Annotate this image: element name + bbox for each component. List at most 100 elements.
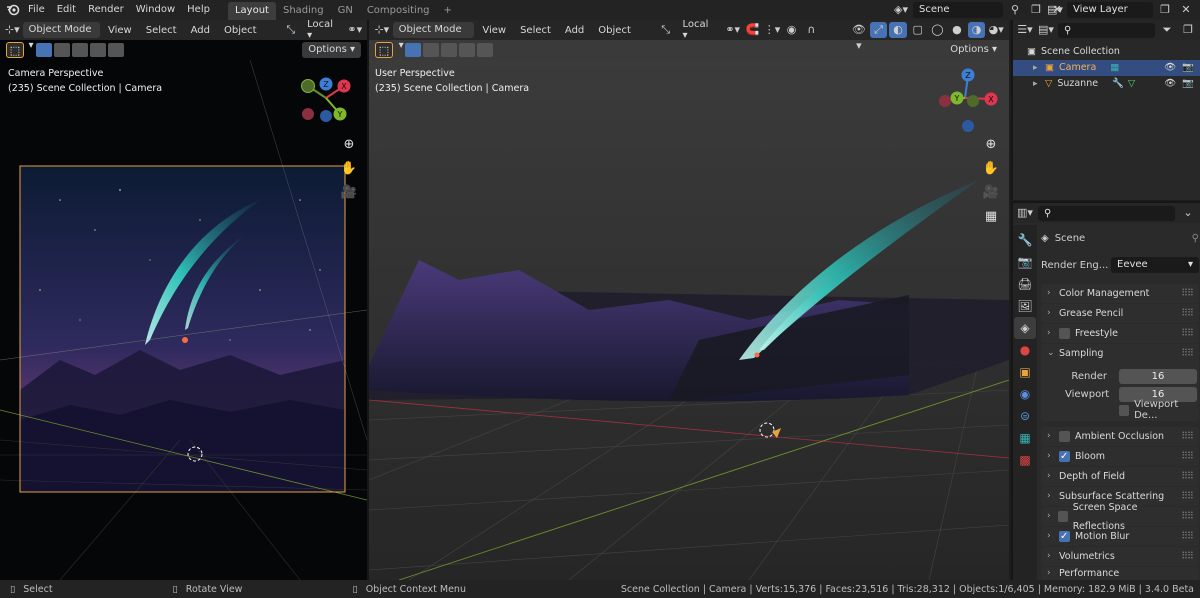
orthographic-grid-icon[interactable]: ▦	[980, 206, 1002, 228]
camera-view-icon[interactable]: 🎥	[338, 182, 360, 204]
properties-pin-icon[interactable]: ⚲	[1192, 233, 1199, 244]
select-tool-icon[interactable]: ⬚	[6, 42, 24, 58]
editor-type-icon[interactable]: ⊹▾	[373, 22, 391, 38]
pan-hand-icon[interactable]: ✋	[980, 158, 1002, 180]
scene-icon[interactable]: ◈▾	[892, 2, 910, 18]
expand-arrow-icon[interactable]: ▸	[1033, 60, 1045, 76]
pan-hand-icon[interactable]: ✋	[338, 158, 360, 180]
select-mode-invert-icon[interactable]	[459, 43, 475, 57]
tab-compositing[interactable]: Compositing	[360, 2, 437, 20]
delete-view-layer-icon[interactable]: ✕	[1177, 2, 1195, 18]
object-data-tab-icon[interactable]: ▦	[1014, 427, 1036, 449]
shading-material-icon[interactable]: ◑	[967, 22, 986, 38]
hide-viewport-icon[interactable]: 👁	[1164, 60, 1176, 76]
render-tab-icon[interactable]: 📷	[1014, 251, 1036, 273]
select-tool-icon[interactable]: ⬚	[375, 42, 393, 58]
select-mode-intersect-icon[interactable]	[108, 43, 124, 57]
right-navigation-gizmo[interactable]: Z Y X	[935, 66, 1001, 136]
menu-edit[interactable]: Edit	[51, 0, 82, 20]
viewport-denoise-checkbox[interactable]	[1119, 404, 1130, 416]
select-mode-intersect-icon[interactable]	[477, 43, 493, 57]
scene-tab-icon[interactable]: ◈	[1014, 317, 1036, 339]
right-viewport[interactable]: ⊹▾ Object Mode ▾ View Select Add Object …	[369, 19, 1009, 580]
drag-handle-icon[interactable]: ⠿⠿	[1181, 284, 1194, 303]
panel-volumetrics[interactable]: › Volumetrics ⠿⠿	[1041, 547, 1199, 566]
camera-view-icon[interactable]: 🎥	[980, 182, 1002, 204]
left-menu-view[interactable]: View	[102, 25, 138, 36]
transform-orientation-icon[interactable]: ⤡	[283, 22, 300, 38]
menu-render[interactable]: Render	[82, 0, 130, 20]
gizmo-neg-x-icon[interactable]	[302, 108, 314, 120]
left-navigation-gizmo[interactable]: Z X Y	[296, 76, 356, 126]
panel-sampling-header[interactable]: ⌄ Sampling ⠿⠿	[1041, 344, 1199, 363]
physics-tab-icon[interactable]: ◉	[1014, 383, 1036, 405]
filter-icon[interactable]: ⏷	[1158, 22, 1176, 38]
tab-gn[interactable]: GN	[331, 2, 360, 20]
drag-handle-icon[interactable]: ⠿⠿	[1181, 487, 1194, 506]
right-menu-select[interactable]: Select	[514, 25, 557, 36]
drag-handle-icon[interactable]: ⠿⠿	[1181, 547, 1194, 566]
ssr-checkbox[interactable]	[1057, 511, 1068, 522]
menu-file[interactable]: File	[22, 0, 51, 20]
new-collection-icon[interactable]: ❐	[1179, 22, 1197, 38]
outliner-search-input[interactable]: ⚲	[1058, 22, 1155, 38]
render-toggle-icon[interactable]: 📷	[1182, 76, 1194, 92]
right-options-button[interactable]: Options ▾	[944, 42, 1003, 58]
view-layer-field[interactable]: View Layer	[1067, 2, 1153, 18]
pin-icon[interactable]: ⚲	[1006, 2, 1024, 18]
drag-handle-icon[interactable]: ⠿⠿	[1181, 304, 1194, 323]
select-mode-invert-icon[interactable]	[90, 43, 106, 57]
expand-arrow-icon[interactable]: ▸	[1033, 76, 1045, 92]
shading-rendered-icon[interactable]: ◕▾	[987, 22, 1005, 38]
gizmo-neg-z-icon[interactable]	[962, 120, 974, 132]
falloff-icon[interactable]: ∩	[802, 22, 820, 38]
hide-viewport-icon[interactable]: 👁	[1164, 76, 1176, 92]
drag-handle-icon[interactable]: ⠿⠿	[1181, 447, 1194, 466]
left-options-button[interactable]: Options ▾	[302, 42, 361, 58]
right-menu-object[interactable]: Object	[592, 25, 637, 36]
modifier-icon[interactable]: 🔧	[1112, 76, 1124, 92]
panel-freestyle[interactable]: › Freestyle ⠿⠿	[1041, 324, 1199, 343]
object-tab-icon[interactable]: ▣	[1014, 361, 1036, 383]
drag-handle-icon[interactable]: ⠿⠿	[1181, 527, 1194, 546]
bloom-checkbox[interactable]	[1059, 447, 1070, 466]
transform-orientation-dropdown[interactable]: Local ▾	[301, 19, 344, 41]
select-mode-extend-icon[interactable]	[423, 43, 439, 57]
gizmo-neg-z-icon[interactable]	[320, 110, 332, 122]
tab-shading[interactable]: Shading	[276, 2, 331, 20]
scene-name-field[interactable]: Scene	[913, 2, 1003, 18]
gizmo-toggle-icon[interactable]: ⤢	[869, 22, 888, 38]
view-layer-tab-icon[interactable]: 🖼	[1014, 295, 1036, 317]
pivot-icon[interactable]: ⚭▾	[724, 22, 742, 38]
drag-handle-icon[interactable]: ⠿⠿	[1181, 344, 1194, 363]
menu-help[interactable]: Help	[181, 0, 216, 20]
menu-window[interactable]: Window	[130, 0, 181, 20]
panel-grease-pencil[interactable]: › Grease Pencil ⠿⠿	[1041, 304, 1199, 323]
properties-search-input[interactable]: ⚲	[1038, 205, 1175, 221]
camera-data-icon[interactable]: ▦	[1110, 60, 1119, 76]
add-workspace-button[interactable]: +	[437, 2, 459, 20]
new-view-layer-icon[interactable]: ❐	[1156, 2, 1174, 18]
transform-orientation-dropdown[interactable]: Local ▾	[677, 19, 722, 41]
snap-target-icon[interactable]: ⋮▾	[763, 22, 781, 38]
zoom-icon[interactable]: ⊕	[338, 134, 360, 156]
panel-performance[interactable]: › Performance	[1041, 567, 1199, 580]
texture-tab-icon[interactable]: ▩	[1014, 449, 1036, 471]
gizmo-neg-x-icon[interactable]	[939, 95, 951, 107]
gizmo-neg-y-icon[interactable]	[967, 95, 979, 107]
properties-options-icon[interactable]: ⌄	[1179, 205, 1197, 221]
constraints-tab-icon[interactable]: ⊜	[1014, 405, 1036, 427]
xray-icon[interactable]: ▢	[909, 22, 927, 38]
select-mode-new-icon[interactable]	[36, 43, 52, 57]
editor-type-icon[interactable]: ⊹▾	[4, 22, 21, 38]
gizmo-neg-y-icon[interactable]	[301, 79, 315, 93]
freestyle-checkbox[interactable]	[1059, 328, 1070, 339]
snap-icon[interactable]: 🧲	[744, 22, 762, 38]
panel-bloom[interactable]: › Bloom ⠿⠿	[1041, 447, 1199, 466]
left-menu-add[interactable]: Add	[185, 25, 216, 36]
drag-handle-icon[interactable]: ⠿⠿	[1181, 324, 1194, 343]
left-viewport[interactable]: ⊹▾ Object Mode ▾ View Select Add Object …	[0, 19, 367, 580]
object-mode-dropdown[interactable]: Object Mode ▾	[392, 22, 475, 51]
blender-logo-icon[interactable]	[4, 2, 22, 18]
motion-blur-checkbox[interactable]	[1059, 527, 1070, 546]
